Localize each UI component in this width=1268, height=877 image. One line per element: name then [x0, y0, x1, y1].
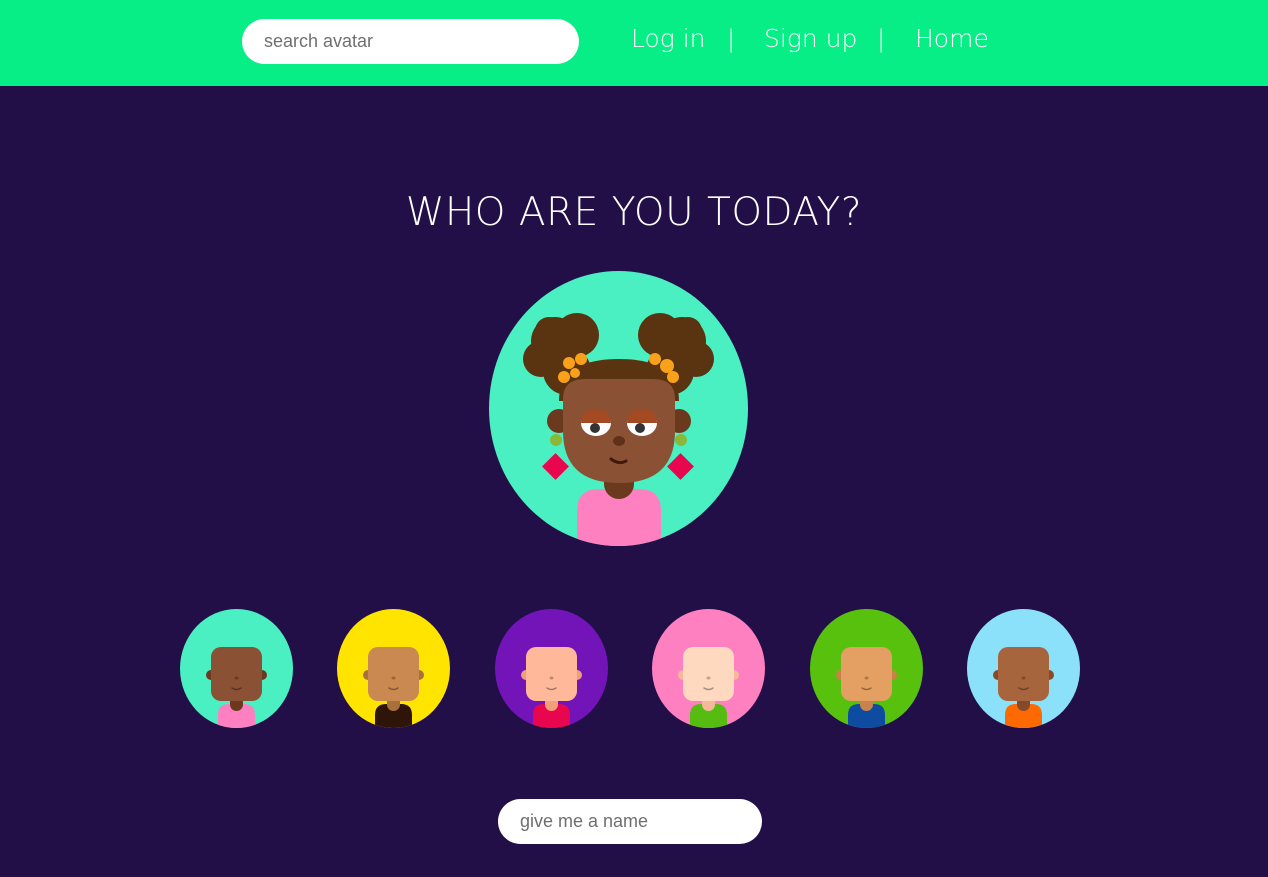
avatar-face — [211, 647, 262, 701]
avatar-option[interactable] — [180, 609, 293, 728]
page-title: WHO ARE YOU TODAY? — [405, 190, 863, 235]
avatar-option[interactable] — [810, 609, 923, 728]
nav-login-link[interactable]: Log in — [631, 21, 706, 57]
avatar-face — [841, 647, 892, 701]
nav-signup-link[interactable]: Sign up — [764, 21, 857, 57]
avatar-nose — [234, 676, 239, 680]
nav-separator: | — [727, 25, 736, 53]
avatar-nose — [706, 676, 711, 680]
avatar-option[interactable] — [967, 609, 1080, 728]
avatar-option[interactable] — [495, 609, 608, 728]
avatar-face — [368, 647, 419, 701]
selected-avatar — [489, 271, 748, 546]
avatar-face — [526, 647, 577, 701]
top-nav-bar: Log in | Sign up | Home — [0, 0, 1268, 86]
avatar-nose — [391, 676, 396, 680]
search-input[interactable] — [242, 19, 579, 64]
avatar-nose — [1021, 676, 1026, 680]
name-input[interactable] — [498, 799, 762, 844]
nav-separator: | — [877, 25, 886, 53]
avatar-option[interactable] — [652, 609, 765, 728]
avatar-face — [683, 647, 734, 701]
avatar-face — [998, 647, 1049, 701]
nav-home-link[interactable]: Home — [915, 21, 989, 57]
avatar-option[interactable] — [337, 609, 450, 728]
avatar-nose — [864, 676, 869, 680]
avatar-nose — [549, 676, 554, 680]
